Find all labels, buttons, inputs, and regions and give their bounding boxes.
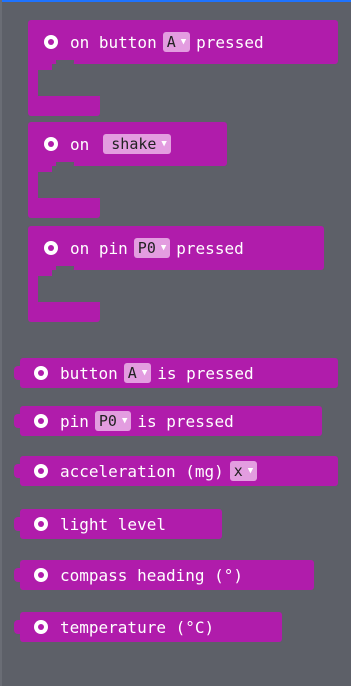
block-body[interactable]: pin P0 ▼ is pressed (20, 406, 322, 436)
block-icon (44, 137, 58, 151)
block-stem (28, 166, 38, 198)
button-dropdown[interactable]: A ▼ (162, 32, 191, 52)
dropdown-value: x (233, 462, 243, 480)
pin-dropdown[interactable]: P0 ▼ (94, 411, 132, 431)
block-foot (28, 96, 100, 116)
block-body[interactable]: button A ▼ is pressed (20, 358, 338, 388)
block-notch (56, 266, 74, 274)
block-notch (56, 60, 74, 68)
button-dropdown[interactable]: A ▼ (123, 363, 152, 383)
block-header[interactable]: on button A ▼ pressed (28, 20, 338, 64)
block-stem-tab (38, 166, 52, 172)
dropdown-value: A (127, 364, 137, 382)
dropdown-arrow-icon: ▼ (141, 368, 148, 378)
panel-left-border (0, 0, 2, 686)
block-foot (28, 198, 100, 218)
block-notch (56, 162, 74, 170)
dropdown-value: shake (111, 135, 157, 153)
block-icon (34, 464, 48, 478)
block-icon (34, 414, 48, 428)
block-body[interactable]: temperature (°C) (20, 612, 282, 642)
block-foot (28, 302, 100, 322)
block-label: temperature (°C) (60, 617, 215, 637)
block-icon (44, 241, 58, 255)
toolbox-flyout: on button A ▼ pressed on shake ▼ on pin … (0, 0, 351, 686)
block-header[interactable]: on shake ▼ (28, 122, 227, 166)
block-label-suffix: pressed (176, 238, 244, 258)
block-body[interactable]: light level (20, 509, 222, 539)
axis-dropdown[interactable]: x ▼ (229, 461, 258, 481)
block-label: compass heading (°) (60, 565, 244, 585)
dropdown-value: P0 (137, 239, 156, 257)
gesture-dropdown[interactable]: shake ▼ (103, 134, 171, 154)
block-stem (28, 270, 38, 302)
block-stem-tab (38, 270, 52, 276)
dropdown-arrow-icon: ▼ (247, 466, 254, 476)
block-body[interactable]: acceleration (mg) x ▼ (20, 456, 338, 486)
block-icon (34, 568, 48, 582)
block-icon (34, 366, 48, 380)
block-label: on pin (70, 238, 128, 258)
block-icon (34, 620, 48, 634)
dropdown-arrow-icon: ▼ (180, 37, 187, 47)
block-label: light level (60, 514, 166, 534)
dropdown-value: A (166, 33, 176, 51)
block-body[interactable]: compass heading (°) (20, 560, 314, 590)
block-header[interactable]: on pin P0 ▼ pressed (28, 226, 324, 270)
block-icon (34, 517, 48, 531)
block-label: pin (60, 411, 89, 431)
dropdown-value: P0 (98, 412, 117, 430)
pin-dropdown[interactable]: P0 ▼ (133, 238, 171, 258)
dropdown-arrow-icon: ▼ (160, 243, 167, 253)
block-label: button (60, 363, 118, 383)
panel-top-border (0, 0, 351, 2)
block-label-suffix: is pressed (157, 363, 254, 383)
block-label: on (70, 134, 90, 154)
block-stem (28, 64, 38, 96)
block-stem-tab (38, 64, 52, 70)
dropdown-arrow-icon: ▼ (161, 139, 167, 149)
dropdown-arrow-icon: ▼ (121, 416, 128, 426)
block-label: on button (70, 32, 157, 52)
block-label-suffix: pressed (196, 32, 264, 52)
block-label: acceleration (mg) (60, 461, 224, 481)
block-icon (44, 35, 58, 49)
block-label-suffix: is pressed (137, 411, 234, 431)
